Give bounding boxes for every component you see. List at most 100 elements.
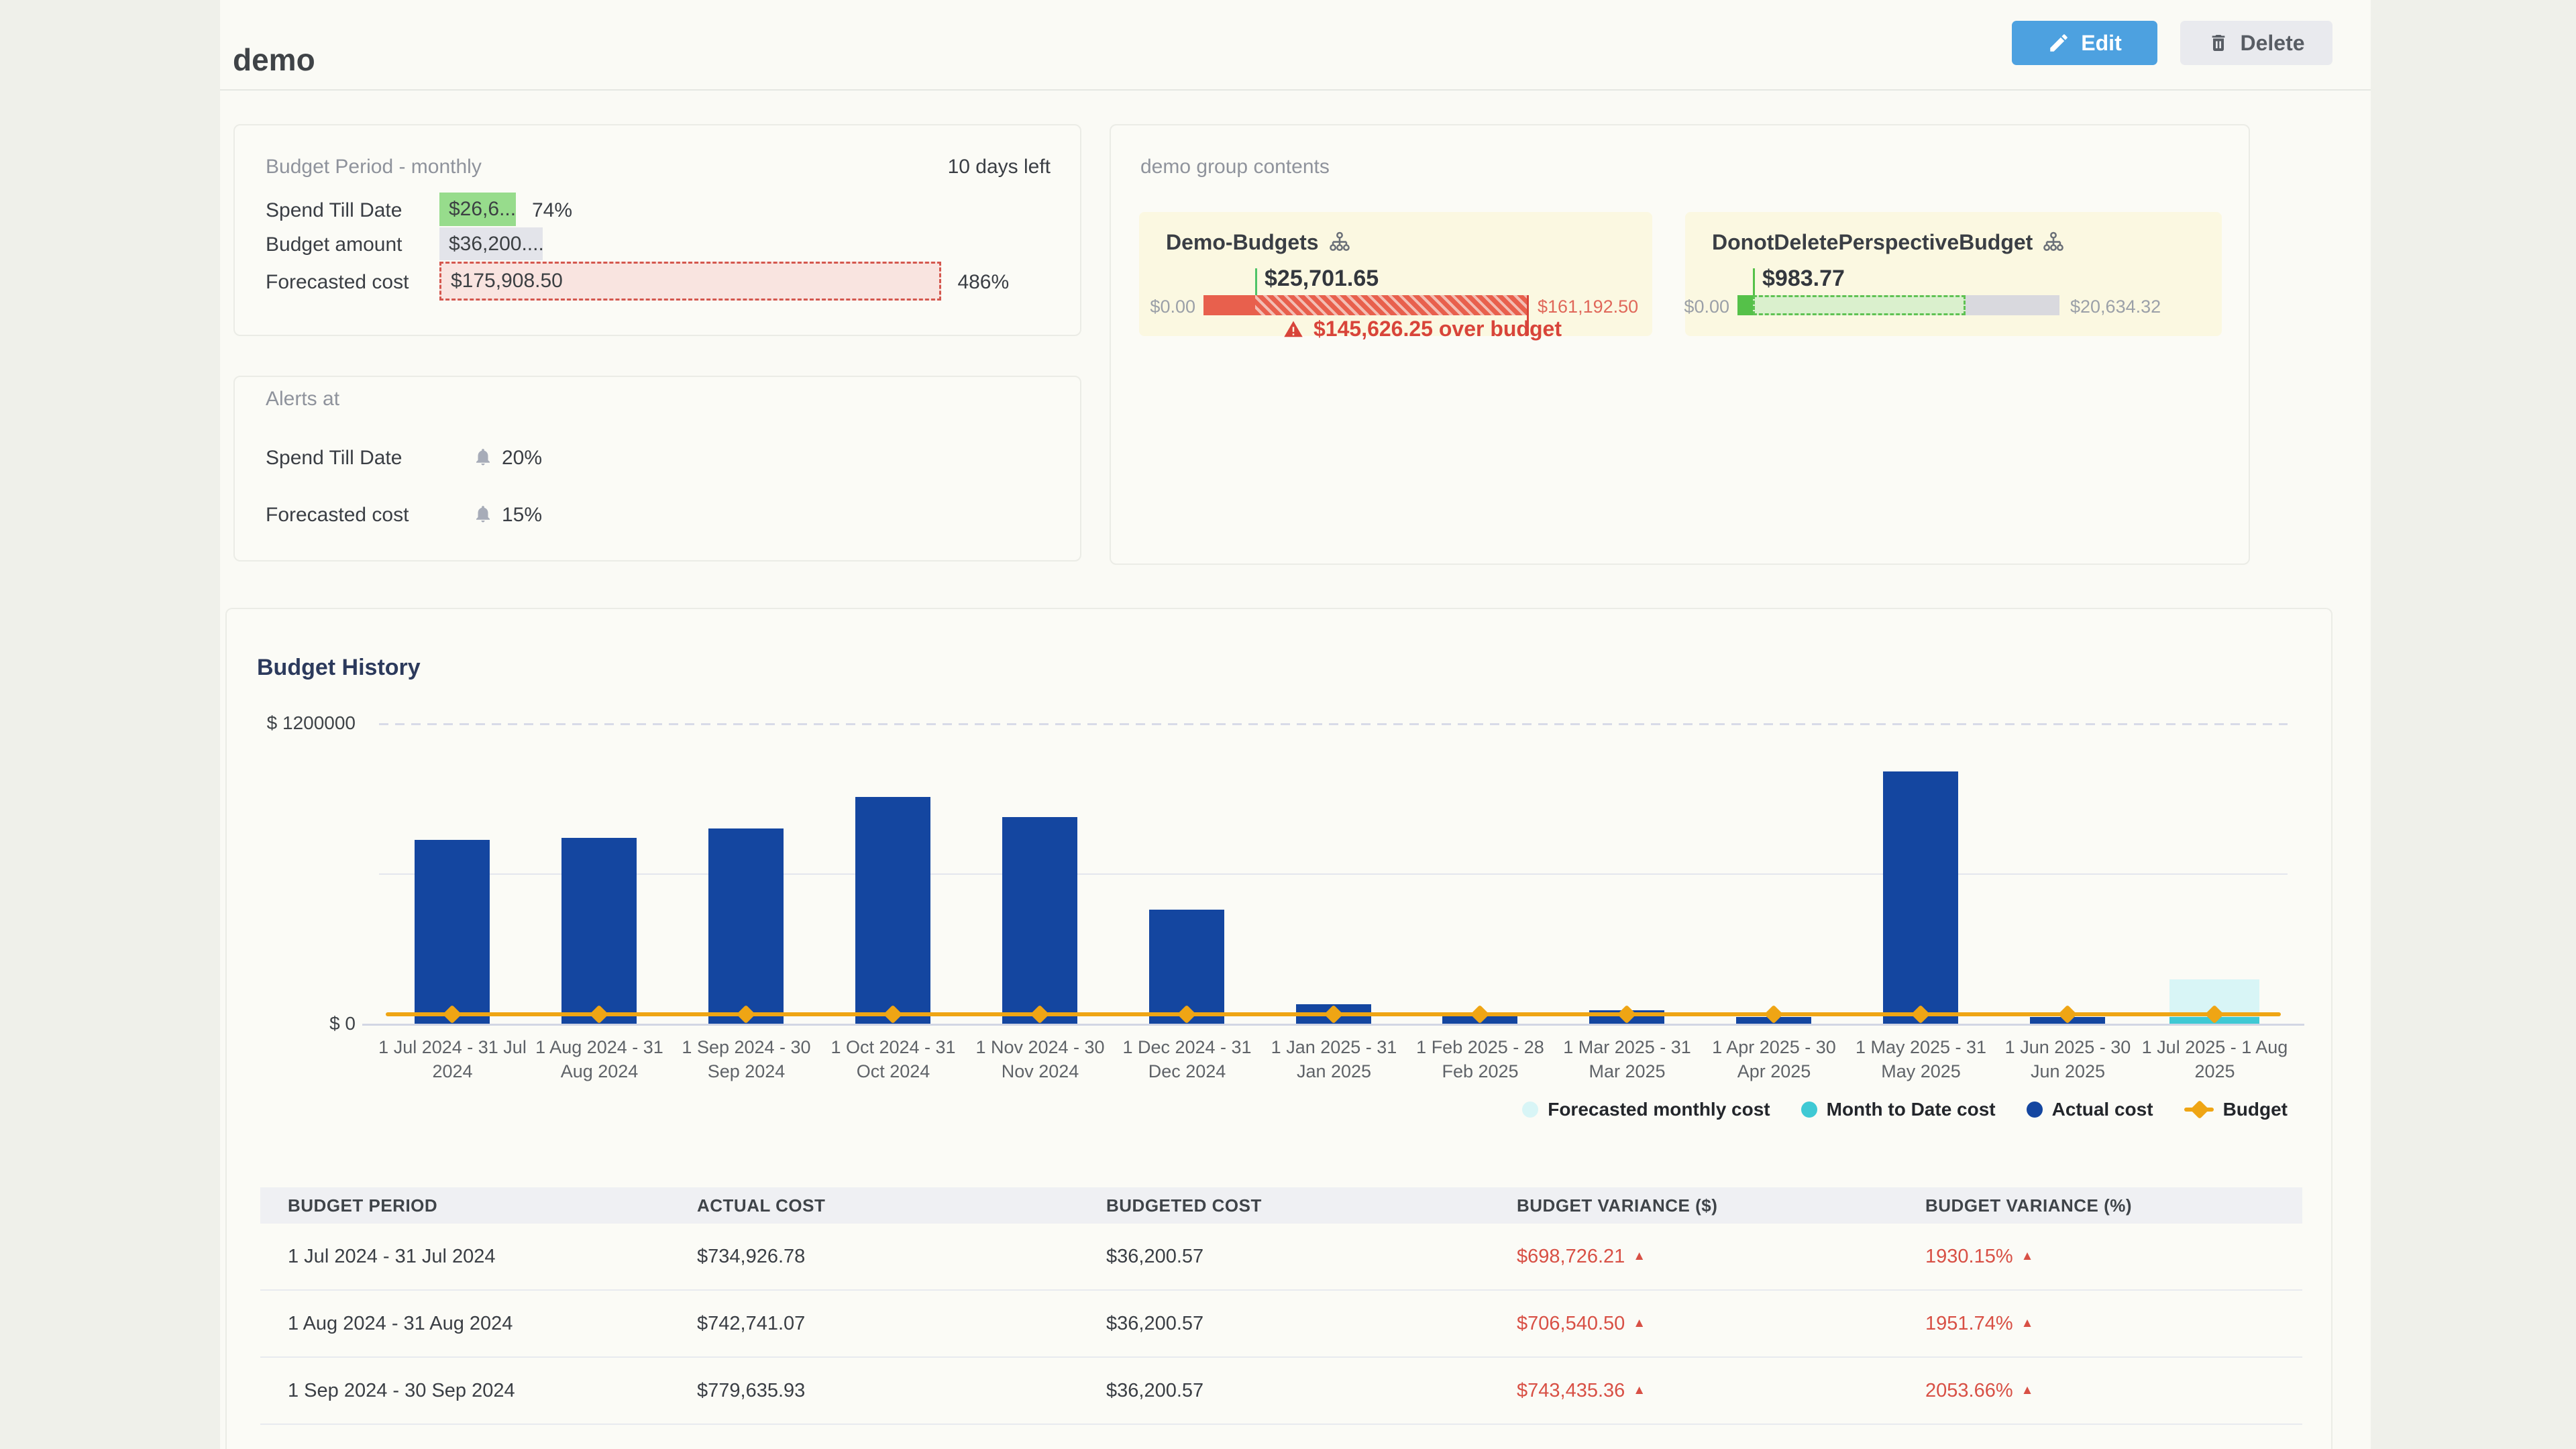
group-item-name-label: DonotDeletePerspectiveBudget [1712,230,2033,255]
group-item-name[interactable]: Demo-Budgets [1166,230,1351,255]
alert-spend-value: 20% [502,447,542,470]
table-body: 1 Jul 2024 - 31 Jul 2024 $734,926.78 $36… [260,1224,2302,1425]
spend-pct-label: 74% [532,199,572,222]
spent-segment [1737,295,1753,315]
table-row: 1 Aug 2024 - 31 Aug 2024 $742,741.07 $36… [260,1291,2302,1358]
budget-amount-label: Budget amount [266,233,402,256]
bar-start-label: $0.00 [1684,297,1729,317]
actual-cost-bar [415,840,490,1024]
legend-item: Budget [2184,1099,2288,1120]
group-item-bar [1203,295,1527,315]
bar-end-label: $161,192.50 [1538,297,1638,317]
x-axis-label: 1 Aug 2024 - 31 Aug 2024 [524,1035,675,1083]
table-row: 1 Jul 2024 - 31 Jul 2024 $734,926.78 $36… [260,1224,2302,1291]
over-budget-label: $145,626.25 over budget [1313,317,1562,341]
x-axis-label: 1 Nov 2024 - 30 Nov 2024 [965,1035,1116,1083]
budget-period-title: Budget Period - monthly [266,156,482,178]
cell-budgeted-cost: $36,200.57 [1106,1380,1517,1402]
gridline-max [379,723,2288,725]
delete-button-label: Delete [2240,31,2304,56]
x-axis-label: 1 Feb 2025 - 28 Feb 2025 [1405,1035,1556,1083]
days-left-label: 10 days left [948,156,1051,178]
cell-actual-cost: $779,635.93 [697,1380,1106,1402]
table-column-header: BUDGET PERIOD [288,1195,697,1216]
bell-icon [473,504,493,524]
cell-budgeted-cost: $36,200.57 [1106,1246,1517,1268]
group-item-spend-value: $983.77 [1762,266,1845,292]
over-budget-row: $145,626.25 over budget [1283,317,1562,341]
cell-actual-cost: $742,741.07 [697,1313,1106,1335]
x-axis-label: 1 Jun 2025 - 30 Jun 2025 [1992,1035,2143,1083]
delete-button[interactable]: Delete [2180,21,2332,65]
table-column-header: BUDGET VARIANCE ($) [1517,1195,1925,1216]
forecast-segment [1753,295,1966,315]
x-axis-baseline [362,1024,2304,1026]
cell-actual-cost: $734,926.78 [697,1246,1106,1268]
page-title: demo [233,42,315,78]
cell-budgeted-cost: $36,200.57 [1106,1313,1517,1335]
x-axis-label: 1 May 2025 - 31 May 2025 [1845,1035,1996,1083]
table-column-header: BUDGET VARIANCE (%) [1925,1195,2302,1216]
bell-icon [473,447,493,467]
alert-forecast-label: Forecasted cost [266,504,409,527]
x-axis-label: 1 Jul 2025 - 1 Aug 2025 [2139,1035,2290,1083]
edit-button-label: Edit [2081,31,2121,56]
bar-start-label: $0.00 [1150,297,1195,317]
group-item-name[interactable]: DonotDeletePerspectiveBudget [1712,230,2065,255]
pencil-icon [2047,32,2070,54]
cell-budget-period: 1 Jul 2024 - 31 Jul 2024 [288,1246,697,1268]
x-axis-label: 1 Apr 2025 - 30 Apr 2025 [1699,1035,1849,1083]
hierarchy-icon [2042,231,2065,254]
gridline-mid [379,873,2288,875]
forecast-over-segment [1255,295,1527,315]
budget-legend-marker [2184,1108,2214,1112]
cell-budget-variance-usd: $743,435.36▲ [1517,1380,1925,1402]
remaining-segment [1966,295,2059,315]
legend-item: Forecasted monthly cost [1522,1099,1770,1120]
variance-up-icon: ▲ [2021,1316,2034,1331]
actual-cost-bar [561,838,637,1024]
variance-up-icon: ▲ [1633,1249,1646,1264]
alert-forecast-value: 15% [502,504,542,527]
cell-budget-variance-pct: 1951.74%▲ [1925,1313,2302,1335]
x-axis-label: 1 Mar 2025 - 31 Mar 2025 [1552,1035,1703,1083]
table-column-header: ACTUAL COST [697,1195,1106,1216]
actual-cost-bar [708,828,784,1024]
y-axis-zero-tick: $ 0 [221,1013,356,1034]
x-axis-label: 1 Jan 2025 - 31 Jan 2025 [1258,1035,1409,1083]
group-item-bar [1737,295,2059,315]
x-axis-label: 1 Sep 2024 - 30 Sep 2024 [671,1035,822,1083]
cell-budget-period: 1 Sep 2024 - 30 Sep 2024 [288,1380,697,1402]
x-axis-label: 1 Jul 2024 - 31 Jul 2024 [377,1035,528,1083]
cell-budget-variance-pct: 2053.66%▲ [1925,1380,2302,1402]
group-contents-card [1110,124,2250,565]
legend-label: Forecasted monthly cost [1548,1099,1770,1120]
spend-chip: $26,6... [439,193,516,226]
actual-cost-bar [855,797,930,1024]
group-item-spend-value: $25,701.65 [1265,266,1379,292]
legend-item: Actual cost [2027,1099,2153,1120]
budget-history-table: BUDGET PERIODACTUAL COSTBUDGETED COSTBUD… [260,1187,2302,1425]
legend-label: Actual cost [2052,1099,2153,1120]
actual-cost-bar [1002,817,1077,1024]
legend-label: Budget [2223,1099,2288,1120]
budget-chip: $36,200.... [439,227,543,260]
alerts-title: Alerts at [266,388,339,411]
legend-item: Month to Date cost [1801,1099,1996,1120]
spent-segment [1203,295,1255,315]
table-column-header: BUDGETED COST [1106,1195,1517,1216]
forecasted-cost-label: Forecasted cost [266,271,409,294]
actual-cost-bar [1883,771,1958,1024]
variance-up-icon: ▲ [2021,1383,2034,1398]
trash-icon [2208,32,2229,54]
edit-button[interactable]: Edit [2012,21,2157,65]
legend-dot [1522,1102,1538,1118]
x-axis-label: 1 Oct 2024 - 31 Oct 2024 [818,1035,969,1083]
cell-budget-variance-usd: $706,540.50▲ [1517,1313,1925,1335]
chart-title: Budget History [257,655,421,681]
group-item-name-label: Demo-Budgets [1166,230,1319,255]
alert-spend-label: Spend Till Date [266,447,402,470]
y-axis-max-tick: $ 1200000 [221,712,356,734]
bar-end-label: $20,634.32 [2070,297,2161,317]
chart-legend: Forecasted monthly cost Month to Date co… [379,1099,2288,1120]
